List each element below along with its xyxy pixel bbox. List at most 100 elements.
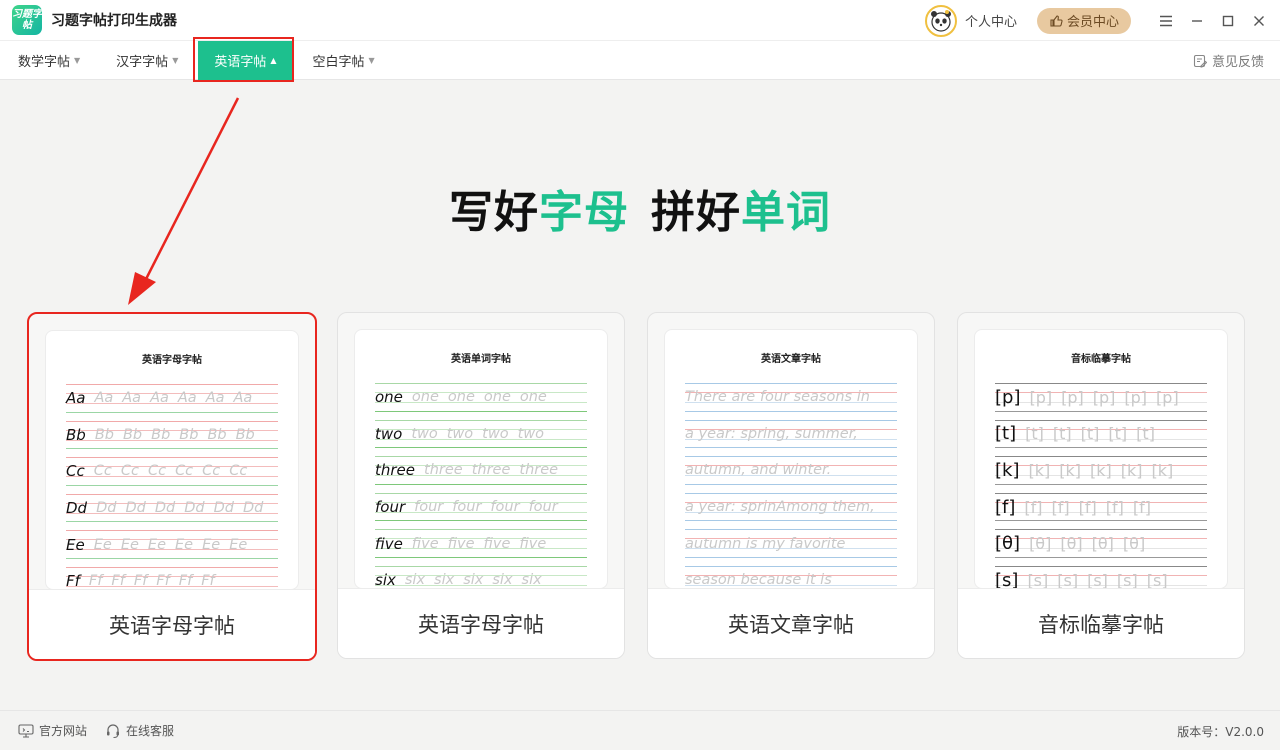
- hero-part1-accent: 字母: [539, 187, 629, 238]
- thumbs-up-icon: [1050, 14, 1063, 27]
- practice-trace-text: [s]: [1146, 570, 1168, 589]
- feedback-label: 意见反馈: [1211, 55, 1264, 70]
- practice-trace-text: Ff: [88, 573, 103, 590]
- practice-trace-text: [p]: [1092, 387, 1116, 407]
- menu-blank[interactable]: 空白字帖 ▼: [295, 41, 393, 80]
- maximize-icon: [1222, 15, 1234, 26]
- practice-row: season because it is: [685, 562, 897, 589]
- card-english-letters[interactable]: 英语字母字帖 Aa Aa Aa Aa Aa Aa Aa Bb Bb Bb Bb Bb Bb Bb Cc Cc C…: [27, 312, 317, 661]
- preview-title: 音标临摹字帖: [1071, 354, 1131, 365]
- practice-row: two two two two two: [375, 416, 587, 453]
- feedback-link[interactable]: 意见反馈: [1193, 41, 1264, 80]
- panda-avatar-icon: [930, 9, 951, 32]
- practice-trace-text: Cc: [93, 463, 112, 480]
- practice-trace-text: Cc: [202, 463, 221, 480]
- practice-trace-text: five: [519, 535, 547, 552]
- practice-trace-text: [s]: [1087, 570, 1108, 589]
- practice-trace-text: three: [424, 462, 463, 479]
- hero-part1: 写好: [449, 187, 539, 238]
- practice-trace-text: autumn is my favorite: [685, 535, 846, 552]
- practice-model-text: Bb: [66, 425, 86, 444]
- practice-trace-text: Ff: [133, 573, 148, 590]
- menu-chinese[interactable]: 汉字字帖 ▼: [98, 41, 196, 80]
- card-footer-label: 英语字母字帖: [338, 588, 624, 658]
- practice-trace-text: Ee: [229, 536, 248, 553]
- online-service-link[interactable]: 在线客服: [105, 722, 174, 739]
- close-icon: [1254, 15, 1264, 26]
- practice-row: Aa Aa Aa Aa Aa Aa Aa: [66, 380, 278, 417]
- practice-trace-text: [t]: [1136, 424, 1155, 444]
- practice-model-text: [s]: [995, 569, 1019, 589]
- practice-trace-text: six: [434, 572, 455, 589]
- preview-title: 英语文章字帖: [761, 354, 821, 365]
- card-phonetic-symbols[interactable]: 音标临摹字帖 [p] [p] [p] [p] [p] [p] [t] [t] [t] [t] [t]…: [957, 312, 1245, 659]
- practice-row: Ee Ee Ee Ee Ee Ee Ee: [66, 526, 278, 563]
- card-footer-label: 英语文章字帖: [648, 588, 934, 658]
- practice-trace-text: Ee: [147, 536, 166, 553]
- vip-center-label: 会员中心: [1066, 15, 1119, 30]
- practice-model-text: Ee: [66, 535, 85, 554]
- practice-trace-text: Cc: [147, 463, 167, 480]
- card-preview: 音标临摹字帖 [p] [p] [p] [p] [p] [p] [t] [t] [t] [t] [t]…: [974, 329, 1228, 589]
- practice-trace-text: two: [482, 425, 509, 442]
- practice-model-text: [k]: [995, 459, 1020, 481]
- practice-row: [θ] [θ] [θ] [θ] [θ]: [995, 525, 1207, 562]
- minimize-button[interactable]: [1182, 6, 1212, 36]
- practice-trace-text: one: [519, 389, 547, 406]
- practice-lines: [p] [p] [p] [p] [p] [p] [t] [t] [t] [t] [t] [t] [k][…: [975, 379, 1227, 589]
- menu-english-label: 英语字帖: [214, 54, 267, 70]
- hero-part2-accent: 单词: [741, 187, 831, 238]
- practice-row: Cc Cc Cc Cc Cc Cc Cc: [66, 453, 278, 490]
- practice-model-text: one: [375, 388, 403, 407]
- title-bar: 习题字帖 习题字帖打印生成器 个人中心 会员中心: [0, 0, 1280, 41]
- practice-trace-text: Dd: [96, 500, 117, 517]
- official-website-link[interactable]: 官方网站: [18, 722, 87, 739]
- maximize-button[interactable]: [1213, 6, 1243, 36]
- practice-trace-text: season because it is: [685, 572, 832, 589]
- practice-trace-text: Aa: [177, 390, 197, 407]
- practice-trace-text: [θ]: [1091, 534, 1114, 554]
- close-button[interactable]: [1244, 6, 1274, 36]
- practice-trace-text: [k]: [1028, 460, 1051, 480]
- practice-row: Dd Dd Dd Dd Dd Dd Dd: [66, 490, 278, 527]
- preview-title: 英语字母字帖: [142, 355, 202, 366]
- menu-button[interactable]: [1151, 6, 1181, 36]
- menu-blank-label: 空白字帖: [312, 54, 365, 70]
- minimize-icon: [1192, 19, 1202, 22]
- practice-trace-text: Dd: [125, 500, 146, 517]
- practice-trace-text: [f]: [1051, 497, 1070, 517]
- card-english-essay[interactable]: 英语文章字帖 There are four seasons in a year: …: [647, 312, 935, 659]
- menu-english[interactable]: 英语字帖 ▲: [198, 40, 293, 80]
- vip-center-button[interactable]: 会员中心: [1036, 7, 1131, 34]
- card-footer-label: 英语字母字帖: [29, 589, 315, 659]
- practice-trace-text: [f]: [1105, 497, 1124, 517]
- practice-trace-text: [p]: [1029, 387, 1053, 407]
- practice-trace-text: [t]: [1025, 424, 1044, 444]
- profile-center-link[interactable]: 个人中心: [965, 11, 1017, 30]
- practice-trace-text: Cc: [175, 463, 194, 480]
- practice-trace-text: [θ]: [1122, 534, 1146, 554]
- practice-model-text: two: [375, 424, 403, 443]
- practice-trace-text: [s]: [1027, 570, 1049, 589]
- card-english-words[interactable]: 英语单词字帖 one one one one one two two two two two thr…: [337, 312, 625, 659]
- practice-trace-text: Bb: [151, 426, 171, 443]
- practice-trace-text: [θ]: [1029, 534, 1052, 554]
- caret-down-icon: ▼: [172, 55, 179, 65]
- caret-down-icon: ▼: [74, 55, 81, 65]
- practice-trace-text: a year: sprinAmong them,: [685, 499, 875, 516]
- practice-trace-text: Ff: [201, 573, 215, 590]
- practice-model-text: five: [375, 534, 403, 553]
- practice-trace-text: [f]: [1078, 497, 1097, 517]
- practice-model-text: [p]: [995, 386, 1021, 408]
- practice-model-text: [f]: [995, 496, 1016, 518]
- practice-trace-text: four: [490, 499, 520, 516]
- status-bar: 官方网站 在线客服 版本号：V2.0.0: [0, 710, 1280, 750]
- avatar[interactable]: [924, 4, 957, 37]
- practice-model-text: [t]: [995, 423, 1017, 445]
- practice-trace-text: [t]: [1080, 424, 1100, 444]
- practice-trace-text: six: [521, 572, 542, 589]
- menu-math[interactable]: 数学字帖 ▼: [0, 41, 98, 80]
- practice-trace-text: Aa: [150, 390, 169, 407]
- practice-row: autumn, and winter.: [685, 452, 897, 489]
- practice-trace-text: [k]: [1059, 460, 1081, 480]
